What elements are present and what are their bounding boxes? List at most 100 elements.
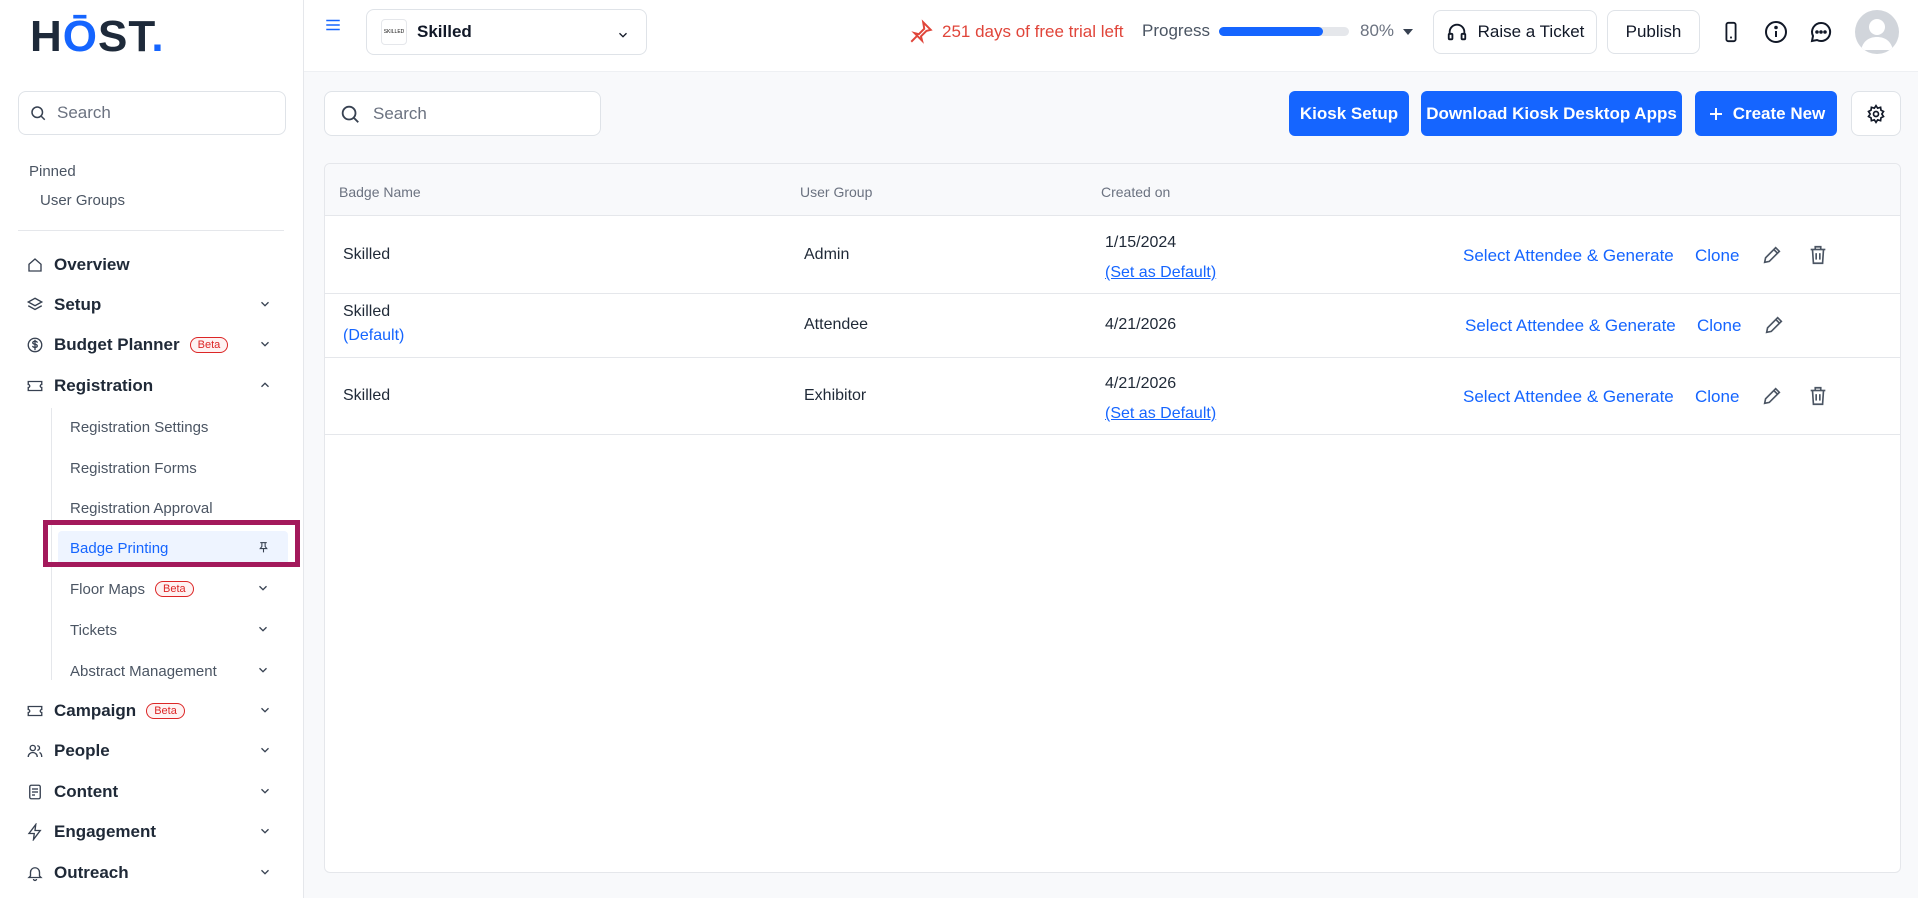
sidebar-subitem-label: Tickets (70, 621, 117, 639)
sidebar-item-people[interactable]: People (18, 734, 284, 768)
edit-icon[interactable] (1763, 314, 1785, 336)
sidebar: HŌST. Search Pinned User Groups Overview… (0, 0, 304, 898)
chevron-down-icon (256, 622, 270, 636)
layers-icon (25, 295, 45, 315)
clone-link[interactable]: Clone (1695, 246, 1739, 266)
table-header: Badge Name User Group Created on (325, 164, 1900, 216)
edit-icon[interactable] (1761, 385, 1783, 407)
column-header-user-group: User Group (800, 184, 873, 200)
select-attendee-generate-link[interactable]: Select Attendee & Generate (1463, 246, 1674, 266)
publish-button[interactable]: Publish (1607, 10, 1700, 54)
set-as-default-link[interactable]: (Set as Default) (1105, 405, 1216, 423)
progress-percent: 80% (1360, 21, 1395, 40)
host-logo[interactable]: HŌST. (30, 12, 165, 62)
set-as-default-link[interactable]: (Set as Default) (1105, 264, 1216, 282)
clone-link[interactable]: Clone (1695, 387, 1739, 407)
user-group: Exhibitor (804, 387, 867, 404)
progress-bar (1219, 27, 1349, 36)
badge-table: Badge Name User Group Created on Skilled… (324, 163, 1901, 873)
progress-fill (1219, 27, 1323, 36)
sidebar-item-label: Setup (54, 295, 102, 314)
sidebar-item-label: Overview (54, 255, 130, 274)
table-row: Skilled Admin 1/15/2024 (Set as Default)… (325, 217, 1900, 294)
sidebar-item-budget-planner[interactable]: Budget Planner Beta (18, 328, 284, 362)
mobile-icon[interactable] (1720, 20, 1742, 44)
gear-icon (1866, 103, 1886, 124)
highlight-box (43, 520, 300, 567)
download-kiosk-button[interactable]: Download Kiosk Desktop Apps (1421, 91, 1682, 136)
sidebar-search-input[interactable]: Search (18, 91, 286, 135)
sidebar-subitem-tickets[interactable]: Tickets (58, 613, 288, 647)
event-name: Skilled (417, 22, 472, 41)
beta-badge: Beta (146, 703, 185, 719)
sidebar-item-outreach[interactable]: Outreach (18, 856, 284, 890)
bell-icon (25, 863, 45, 883)
trial-notice[interactable]: 251 days of free trial left (908, 19, 1123, 45)
trash-icon[interactable] (1807, 244, 1829, 266)
ticket-icon (25, 376, 45, 396)
home-icon (25, 255, 45, 275)
caret-down-icon[interactable] (1402, 27, 1414, 37)
raise-ticket-label: Raise a Ticket (1477, 22, 1585, 41)
bolt-icon (25, 822, 45, 842)
chat-icon[interactable] (1809, 20, 1833, 44)
sidebar-item-engagement[interactable]: Engagement (18, 815, 284, 849)
info-icon[interactable] (1764, 20, 1788, 44)
headset-icon (1446, 21, 1468, 43)
sidebar-subitem-registration-forms[interactable]: Registration Forms (58, 451, 288, 485)
kiosk-setup-button[interactable]: Kiosk Setup (1289, 91, 1409, 136)
badge-search-input[interactable]: Search (324, 91, 601, 136)
trash-icon[interactable] (1807, 385, 1829, 407)
sidebar-subitem-floor-maps[interactable]: Floor Maps Beta (58, 572, 288, 606)
badge-name: Skilled (343, 246, 391, 263)
sidebar-item-label: Campaign (54, 701, 137, 720)
sidebar-item-content[interactable]: Content (18, 775, 284, 809)
chevron-down-icon (256, 581, 270, 595)
sidebar-item-campaign[interactable]: Campaign Beta (18, 694, 284, 728)
sidebar-item-label: Outreach (54, 863, 129, 882)
badge-name: Skilled (343, 387, 391, 404)
default-label: (Default) (343, 327, 405, 344)
user-group: Attendee (804, 316, 869, 333)
create-new-button[interactable]: Create New (1695, 91, 1837, 136)
user-group: Admin (804, 246, 850, 263)
plus-icon (1707, 105, 1725, 123)
select-attendee-generate-link[interactable]: Select Attendee & Generate (1463, 387, 1674, 407)
avatar[interactable] (1855, 10, 1899, 54)
sidebar-item-registration[interactable]: Registration (18, 369, 284, 403)
chevron-down-icon (258, 865, 272, 879)
sidebar-subitem-registration-settings[interactable]: Registration Settings (58, 410, 288, 444)
event-thumbnail: SKILLED (381, 19, 407, 45)
chevron-down-icon (258, 824, 272, 838)
column-header-created-on: Created on (1101, 184, 1171, 200)
edit-icon[interactable] (1761, 244, 1783, 266)
sidebar-item-setup[interactable]: Setup (18, 288, 284, 322)
search-icon (339, 103, 361, 125)
beta-badge: Beta (155, 581, 194, 597)
search-icon (29, 104, 47, 122)
ticket-icon (25, 701, 45, 721)
settings-button[interactable] (1851, 91, 1901, 136)
sidebar-item-overview[interactable]: Overview (18, 248, 284, 282)
created-date: 1/15/2024 (1105, 234, 1177, 251)
menu-toggle-icon[interactable] (324, 16, 342, 34)
select-attendee-generate-link[interactable]: Select Attendee & Generate (1465, 316, 1676, 336)
created-date: 4/21/2026 (1105, 375, 1177, 392)
trial-text: 251 days of free trial left (942, 22, 1124, 41)
dollar-icon (25, 335, 45, 355)
chevron-down-icon (258, 703, 272, 717)
clone-link[interactable]: Clone (1697, 316, 1741, 336)
progress-label: Progress (1142, 21, 1211, 40)
sidebar-item-label: Engagement (54, 822, 157, 841)
event-selector[interactable]: SKILLED Skilled (366, 9, 647, 55)
created-date: 4/21/2026 (1105, 316, 1177, 333)
pinned-item-user-groups[interactable]: User Groups (40, 192, 125, 209)
sidebar-subitem-label: Registration Settings (70, 418, 209, 436)
badge-name: Skilled (343, 303, 391, 320)
raise-ticket-button[interactable]: Raise a Ticket (1433, 10, 1597, 54)
sidebar-item-label: People (54, 741, 110, 760)
sidebar-subitem-label: Floor Maps (70, 580, 146, 598)
chevron-down-icon (258, 784, 272, 798)
pinned-title: Pinned (29, 163, 76, 180)
sidebar-subitem-abstract-management[interactable]: Abstract Management (58, 654, 288, 688)
